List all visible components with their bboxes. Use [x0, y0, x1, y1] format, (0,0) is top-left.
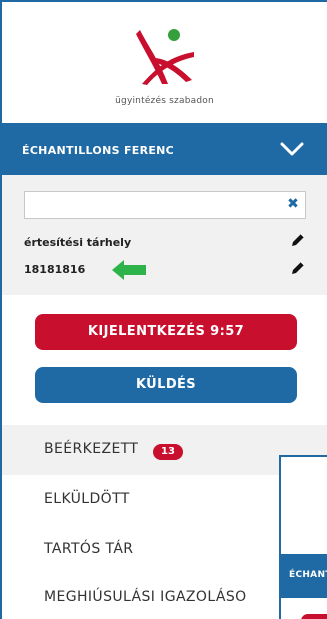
- chevron-down-icon[interactable]: [279, 139, 305, 159]
- nav-item-label: BEÉRKEZETT: [44, 441, 139, 457]
- user-menu-bar[interactable]: ÉCHANTILLONS FERENC: [2, 123, 327, 175]
- search-input[interactable]: [24, 191, 306, 219]
- storage-id: 18181816: [24, 263, 86, 276]
- arrow-left-icon: [112, 260, 146, 280]
- logo-header: ügyintézés szabadon: [2, 2, 327, 122]
- pencil-icon[interactable]: [291, 233, 305, 247]
- logo-icon: [136, 29, 194, 85]
- close-icon[interactable]: ✖: [286, 195, 300, 213]
- unread-count-badge: 13: [153, 444, 183, 460]
- user-name: ÉCHANTILLONS FERENC: [22, 144, 175, 157]
- second-panel-fragment: ÉCHANTILLONS FERENC: [279, 455, 327, 619]
- logout-button[interactable]: KIJELENTKEZÉS 9:57: [35, 314, 297, 350]
- pencil-icon[interactable]: [291, 261, 305, 275]
- second-user-menu-bar[interactable]: ÉCHANTILLONS FERENC: [281, 554, 327, 598]
- second-logout-button[interactable]: [301, 614, 327, 619]
- storage-label: értesítési tárhely: [24, 236, 132, 249]
- nav-item-label: ELKÜLDÖTT: [44, 491, 130, 507]
- nav-item-label: MEGHIÚSULÁSI IGAZOLÁSO: [44, 589, 247, 605]
- second-user-name: ÉCHANTILLONS FERENC: [289, 570, 327, 580]
- brand-tagline: ügyintézés szabadon: [115, 96, 214, 106]
- storage-panel: ✖ értesítési tárhely 18181816: [2, 175, 327, 295]
- app-panel: ügyintézés szabadon ÉCHANTILLONS FERENC …: [0, 0, 327, 619]
- send-button[interactable]: KÜLDÉS: [35, 367, 297, 403]
- nav-item-label: TARTÓS TÁR: [44, 541, 134, 557]
